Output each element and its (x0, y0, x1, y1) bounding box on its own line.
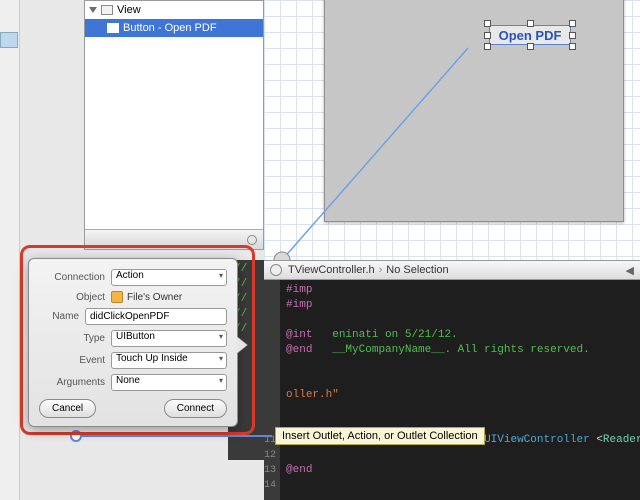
code-int: @int (286, 329, 312, 341)
connection-popover: Connection Action Object File's Owner Na… (28, 258, 238, 427)
code-proto: ReaderViewControllerDelegate (603, 434, 640, 446)
event-value: Touch Up Inside (116, 353, 188, 364)
code-end2: @end (286, 464, 312, 476)
outline-row-button[interactable]: Button - Open PDF (85, 19, 263, 37)
event-select[interactable]: Touch Up Inside (111, 352, 227, 369)
type-value: UIButton (116, 331, 155, 342)
arguments-select[interactable]: None (111, 374, 227, 391)
jumpbar-file[interactable]: TViewController.h (288, 264, 375, 276)
ib-root-view[interactable]: Open PDF (324, 0, 624, 222)
ib-button-title: Open PDF (499, 28, 562, 43)
resize-handle[interactable] (569, 43, 576, 50)
connect-button[interactable]: Connect (164, 399, 227, 418)
label-event: Event (39, 355, 105, 366)
disclosure-triangle-icon[interactable] (89, 7, 97, 13)
assistant-editor: TViewController.h › No Selection ◀ 11121… (264, 260, 640, 500)
code-super: UIViewController (484, 434, 590, 446)
navigator-stub (0, 0, 20, 500)
jumpbar-separator: › (379, 264, 383, 276)
files-owner-icon (111, 291, 123, 303)
filter-icon[interactable] (247, 235, 257, 245)
cancel-label: Cancel (52, 403, 83, 414)
jump-bar[interactable]: TViewController.h › No Selection ◀ (264, 260, 640, 280)
document-outline: View Button - Open PDF (84, 0, 264, 250)
insertion-line (82, 435, 272, 437)
connect-label: Connect (177, 403, 214, 414)
label-name: Name (39, 311, 79, 322)
resize-handle[interactable] (484, 32, 491, 39)
jumpbar-selection[interactable]: No Selection (386, 264, 448, 276)
name-input[interactable] (85, 308, 227, 325)
view-icon (101, 5, 113, 15)
ib-button[interactable]: Open PDF (489, 25, 571, 45)
connection-value: Action (116, 270, 144, 281)
jumpbar-next-icon[interactable]: ◀ (626, 264, 634, 277)
resize-handle[interactable] (484, 43, 491, 50)
label-arguments: Arguments (39, 377, 105, 388)
button-icon (107, 23, 119, 33)
outline-row-view[interactable]: View (85, 1, 263, 19)
resize-handle[interactable] (527, 20, 534, 27)
type-select[interactable]: UIButton (111, 330, 227, 347)
resize-handle[interactable] (484, 20, 491, 27)
tooltip-text: Insert Outlet, Action, or Outlet Collect… (282, 430, 478, 442)
cancel-button[interactable]: Cancel (39, 399, 96, 418)
code-import: #imp (286, 299, 312, 311)
outline-view-label: View (117, 4, 141, 16)
outline-button-label: Button - Open PDF (123, 22, 217, 34)
resize-handle[interactable] (569, 20, 576, 27)
object-value: File's Owner (127, 292, 182, 303)
code-import: #imp (286, 284, 312, 296)
code-editor[interactable]: 11121314 #imp #imp @int eninati on 5/21/… (264, 280, 640, 500)
code-comment: eninati on 5/21/12. (332, 329, 457, 341)
code-end: @end (286, 344, 312, 356)
resize-handle[interactable] (527, 43, 534, 50)
label-object: Object (39, 292, 105, 303)
resize-handle[interactable] (569, 32, 576, 39)
ib-button-selection[interactable]: Open PDF (485, 21, 575, 49)
navigator-tab[interactable] (0, 32, 18, 48)
label-connection: Connection (39, 272, 105, 283)
arguments-value: None (116, 375, 140, 386)
code-string: oller.h" (286, 389, 339, 401)
connection-select[interactable]: Action (111, 269, 227, 286)
code-comment: __MyCompanyName__. All rights reserved. (332, 344, 589, 356)
label-type: Type (39, 333, 105, 344)
ib-canvas[interactable]: Open PDF (264, 0, 640, 260)
line-gutter: 11121314 (264, 280, 280, 500)
insertion-tooltip: Insert Outlet, Action, or Outlet Collect… (275, 427, 485, 445)
code-content[interactable]: #imp #imp @int eninati on 5/21/12. @end … (280, 280, 640, 500)
object-value-row: File's Owner (111, 291, 227, 303)
related-items-icon[interactable] (270, 264, 282, 276)
